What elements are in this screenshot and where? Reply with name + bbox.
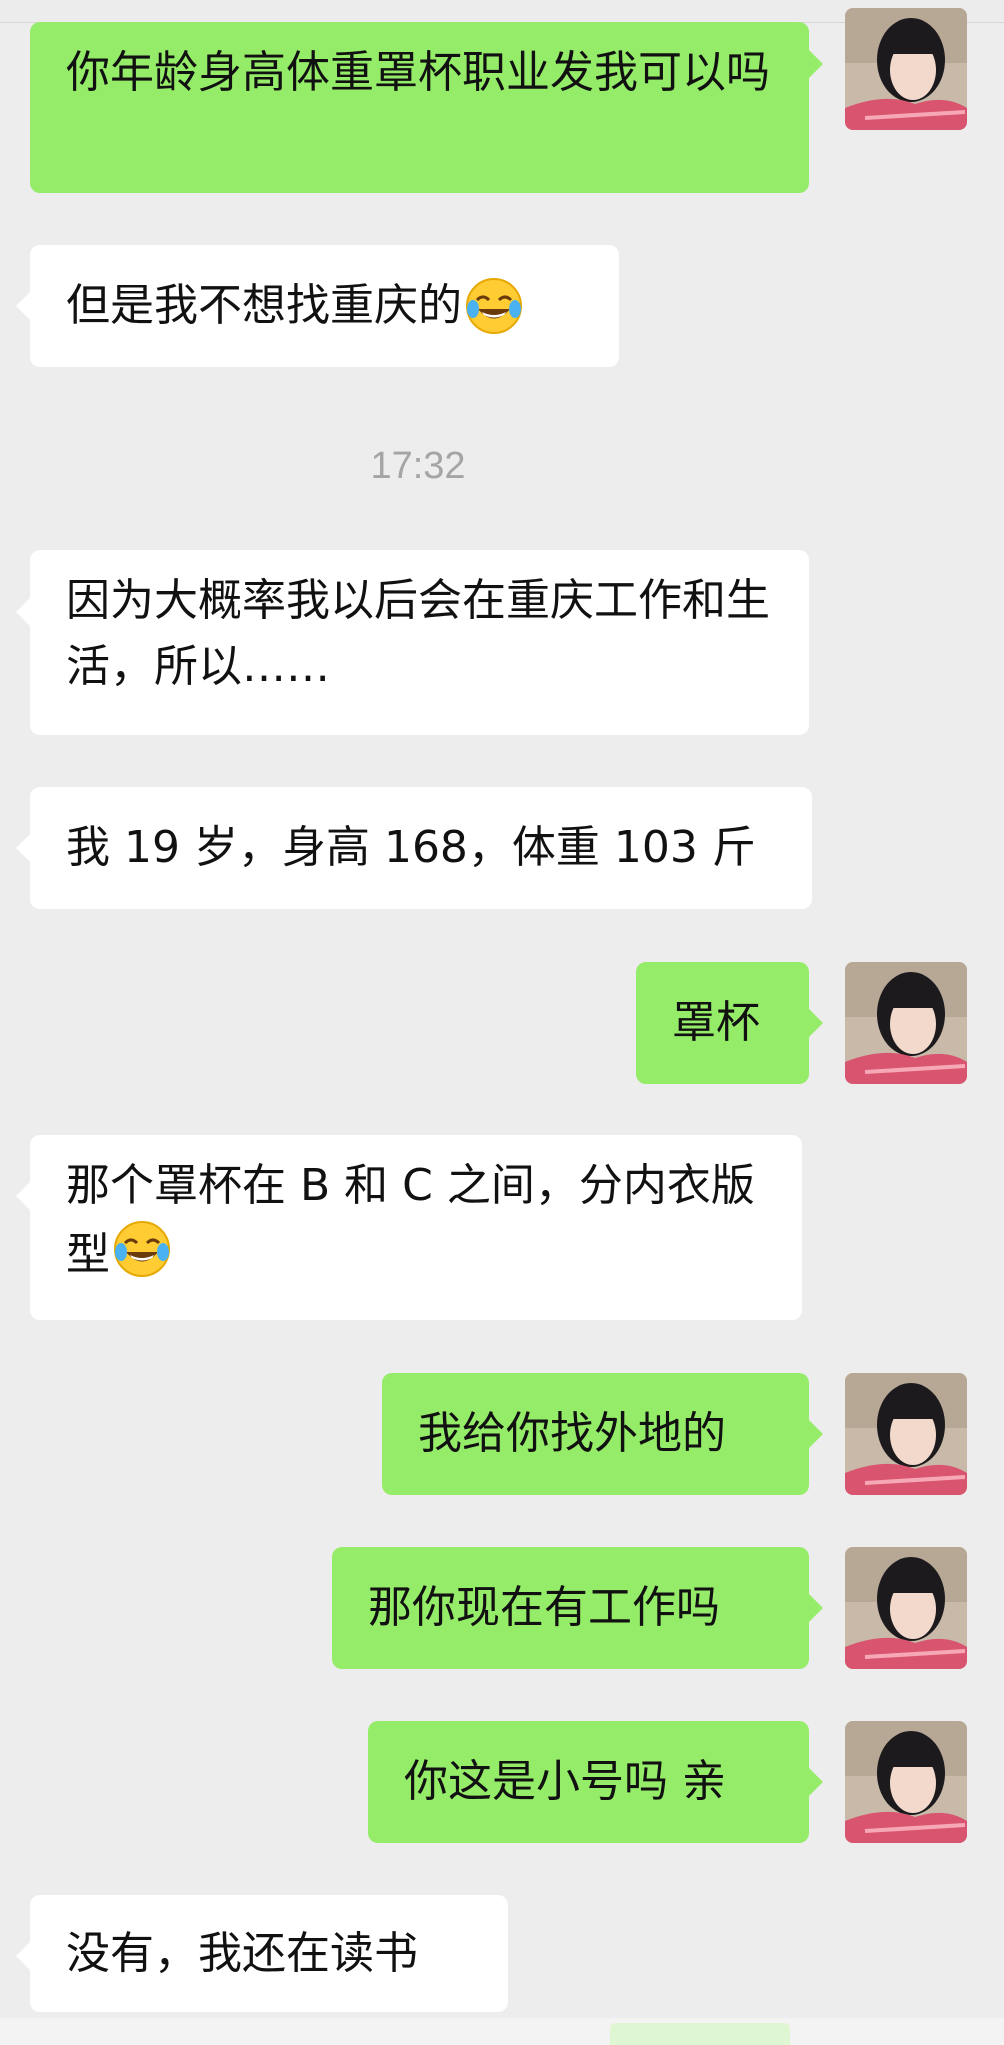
bubble-tail [16, 834, 30, 862]
my-avatar[interactable] [845, 1721, 967, 1843]
message-bubble-sent[interactable]: 那你现在有工作吗 [332, 1547, 809, 1669]
bubble-tail [16, 1942, 30, 1970]
message-bubble-sent[interactable]: 你这是小号吗 亲 [368, 1721, 809, 1843]
message-bubble-received[interactable]: 那个罩杯在 B 和 C 之间，分内衣版型 [30, 1135, 802, 1320]
tears-of-joy-emoji-icon [114, 1221, 170, 1277]
bubble-tail [809, 50, 823, 78]
avatar-icon [845, 1373, 967, 1495]
message-text: 那个罩杯在 B 和 C 之间，分内衣版型 [66, 1160, 755, 1280]
message-text: 你这是小号吗 亲 [404, 1756, 726, 1807]
avatar-icon [845, 962, 967, 1084]
my-avatar[interactable] [845, 962, 967, 1084]
message-timestamp: 17:32 [370, 445, 466, 487]
my-avatar[interactable] [845, 8, 967, 130]
message-bubble-sent[interactable]: 我给你找外地的 [382, 1373, 809, 1495]
message-text: 罩杯 [672, 997, 760, 1048]
message-bubble-received[interactable]: 没有，我还在读书 [30, 1895, 508, 2012]
my-avatar[interactable] [845, 1547, 967, 1669]
tears-of-joy-emoji-icon [466, 278, 522, 334]
bubble-tail [16, 292, 30, 320]
bubble-tail [809, 1768, 823, 1796]
bubble-tail [809, 1420, 823, 1448]
message-bubble-sent[interactable]: 罩杯 [636, 962, 809, 1084]
message-text: 我给你找外地的 [418, 1408, 726, 1459]
message-text: 我 19 岁，身高 168，体重 103 斤 [66, 822, 756, 873]
message-bubble-received[interactable]: 我 19 岁，身高 168，体重 103 斤 [30, 787, 812, 909]
avatar-icon [845, 1547, 967, 1669]
message-bubble-received[interactable]: 因为大概率我以后会在重庆工作和生活，所以…… [30, 550, 809, 735]
bubble-tail [16, 598, 30, 626]
message-text: 那你现在有工作吗 [368, 1582, 720, 1633]
avatar-icon [845, 8, 967, 130]
bubble-tail [809, 1009, 823, 1037]
message-text: 你年龄身高体重罩杯职业发我可以吗 [66, 47, 770, 98]
bubble-tail [809, 1594, 823, 1622]
message-bubble-received[interactable]: 但是我不想找重庆的 [30, 245, 619, 367]
message-text: 因为大概率我以后会在重庆工作和生活，所以…… [66, 575, 770, 692]
partial-bubble [610, 2023, 790, 2045]
message-text: 没有，我还在读书 [66, 1927, 418, 1979]
avatar-icon [845, 1721, 967, 1843]
my-avatar[interactable] [845, 1373, 967, 1495]
message-text: 但是我不想找重庆的 [66, 280, 462, 331]
input-area-edge [0, 2018, 1004, 2045]
bubble-tail [16, 1182, 30, 1210]
message-bubble-sent[interactable]: 你年龄身高体重罩杯职业发我可以吗 [30, 22, 809, 193]
